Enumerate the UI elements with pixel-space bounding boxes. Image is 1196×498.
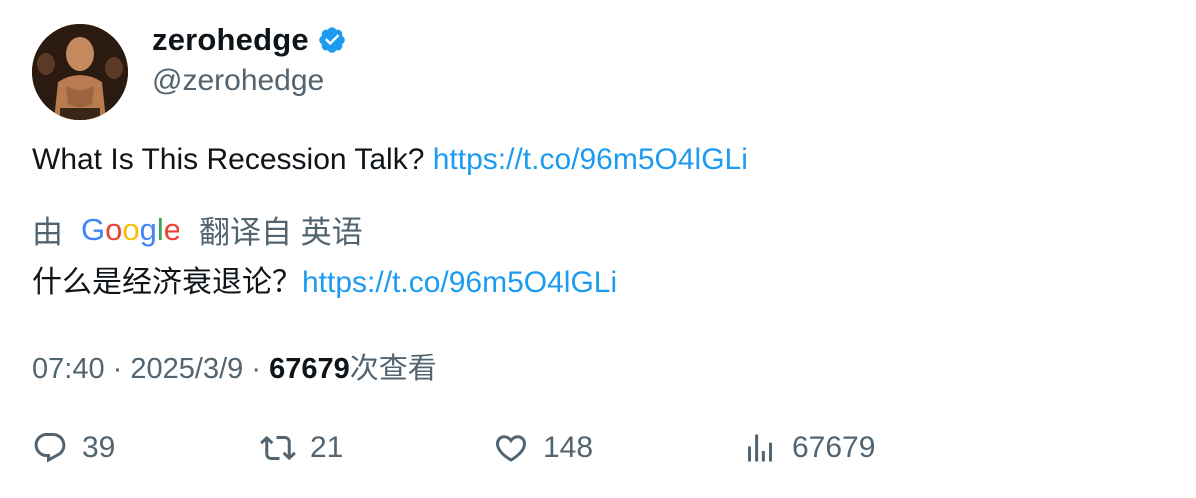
translation-attribution[interactable]: 由 Google 翻译自 英语 <box>32 207 363 252</box>
meta-separator: · <box>251 353 261 385</box>
reply-count: 39 <box>82 431 116 464</box>
author-display-name[interactable]: zerohedge <box>152 22 347 58</box>
tweet-link[interactable]: https://t.co/96m5O4lGLi <box>433 143 748 176</box>
tweet-date[interactable]: 2025/3/9 <box>130 353 243 385</box>
google-logo-icon: Google <box>81 212 179 247</box>
author-handle[interactable]: @zerohedge <box>152 64 324 98</box>
translated-text: 什么是经济衰退论？https://t.co/96m5O4lGLi <box>32 257 617 301</box>
retweet-count: 21 <box>310 431 344 464</box>
views-label: 次查看 <box>349 353 437 385</box>
reply-icon <box>34 433 66 463</box>
action-bar: 39 21 148 67679 <box>32 430 1132 474</box>
translated-body: 什么是经济衰退论？ <box>32 266 302 299</box>
avatar[interactable] <box>32 24 128 120</box>
views-count: 67679 <box>269 353 350 385</box>
tweet-meta: 07:40 · 2025/3/9 · 67679次查看 <box>32 345 437 387</box>
like-button[interactable]: 148 <box>493 430 593 466</box>
tweet-time[interactable]: 07:40 <box>32 353 105 385</box>
meta-separator: · <box>112 353 123 385</box>
heart-icon <box>495 435 527 462</box>
views-action-count: 67679 <box>792 431 876 464</box>
profile-photo-icon <box>32 24 128 120</box>
like-count: 148 <box>543 431 594 464</box>
verified-badge-icon <box>319 27 345 53</box>
display-name-text: zerohedge <box>152 22 309 57</box>
svg-text:Google: Google <box>81 212 179 247</box>
translation-suffix: 翻译自 英语 <box>199 215 363 250</box>
tweet-text: What Is This Recession Talk? https://t.c… <box>32 143 748 177</box>
translation-prefix: 由 <box>32 215 63 250</box>
reply-button[interactable]: 39 <box>32 430 115 466</box>
translated-link[interactable]: https://t.co/96m5O4lGLi <box>302 266 617 299</box>
analytics-icon <box>748 434 772 462</box>
views-button[interactable]: 67679 <box>742 430 875 466</box>
tweet-body: What Is This Recession Talk? <box>32 143 425 176</box>
retweet-button[interactable]: 21 <box>260 430 343 466</box>
retweet-icon <box>260 435 296 461</box>
